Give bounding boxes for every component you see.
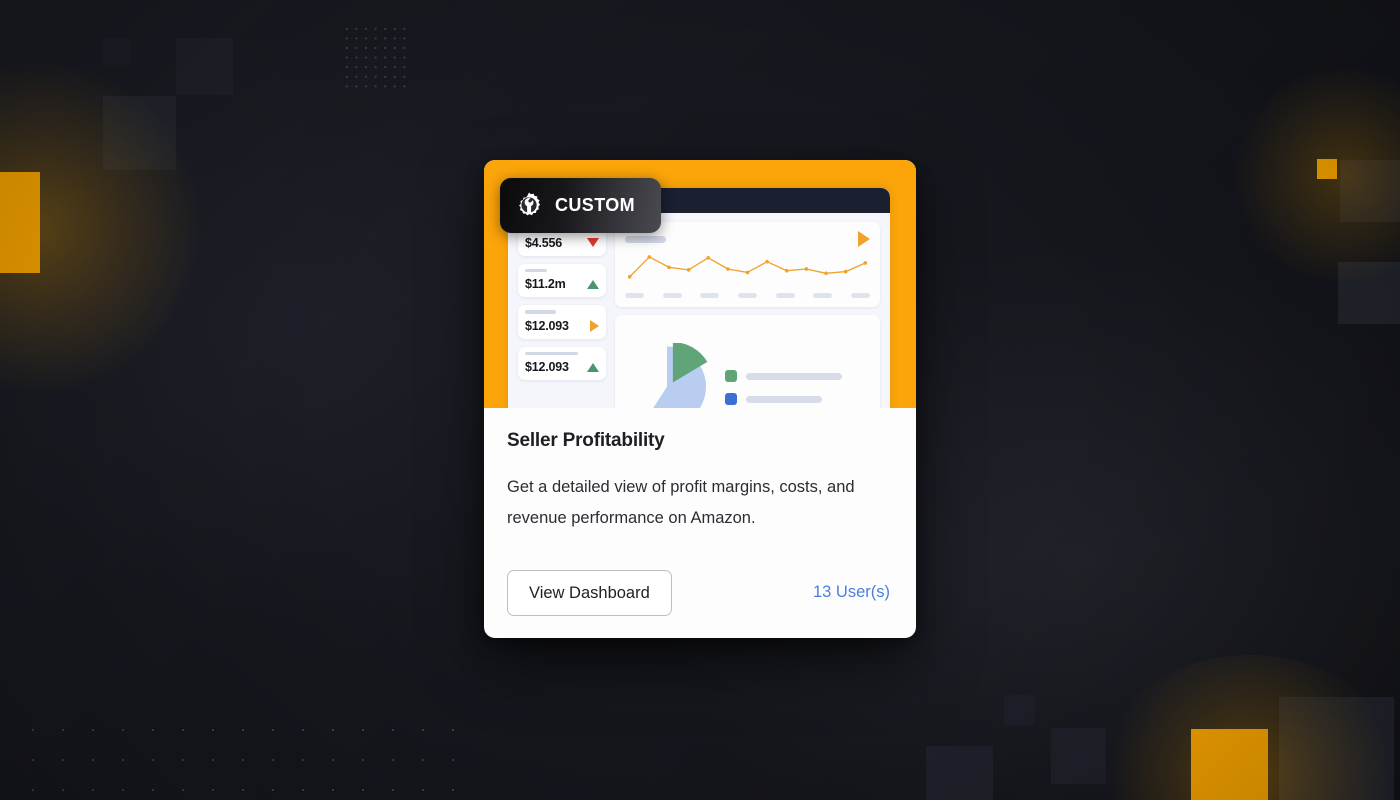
gear-wrench-icon [514, 191, 544, 221]
metric-label-skeleton [525, 310, 556, 314]
preview-panels [615, 222, 880, 408]
decor-orange-block [1317, 159, 1337, 179]
card-body: Seller Profitability Get a detailed view… [484, 408, 916, 638]
decor-orange-block [0, 172, 40, 273]
pie-legend [725, 364, 870, 405]
decor-square [1340, 160, 1400, 222]
metric-value: $11.2m [525, 277, 566, 291]
decor-square [926, 746, 993, 800]
trend-up-icon [587, 279, 599, 289]
card-description: Get a detailed view of profit margins, c… [507, 478, 855, 528]
trend-flat-icon [590, 319, 599, 332]
card-actions: View Dashboard 13 User(s) [507, 569, 893, 616]
panel-title-skeleton [625, 235, 666, 243]
legend-label-skeleton [746, 395, 822, 403]
legend-item [725, 393, 870, 405]
decor-square [103, 38, 130, 65]
decor-square [176, 38, 233, 95]
line-chart-svg [627, 255, 868, 279]
decor-dot-grid [340, 22, 412, 92]
metric-card-list: $4.556 $11.2m $12.093 $12.093 [518, 222, 606, 408]
decor-dot-grid [10, 705, 470, 800]
metric-value: $4.556 [525, 235, 563, 250]
metric-label-skeleton [525, 268, 547, 272]
play-triangle-icon [858, 231, 870, 247]
metric-label-skeleton [525, 351, 578, 355]
decor-square [1004, 695, 1035, 725]
trend-up-icon [587, 362, 599, 372]
view-dashboard-button[interactable]: View Dashboard [507, 569, 672, 616]
custom-badge: CUSTOM [500, 178, 662, 233]
metric-card: $12.093 [518, 305, 606, 339]
pie-chart-panel [615, 315, 880, 408]
x-axis-skeletons [625, 293, 870, 298]
legend-color-chip [725, 393, 737, 405]
legend-item [725, 370, 870, 382]
dashboard-card[interactable]: $4.556 $11.2m $12.093 $12.093 CUSTOM Sel… [484, 160, 916, 638]
decor-square [1338, 262, 1400, 324]
card-preview: $4.556 $11.2m $12.093 $12.093 CUSTOM [484, 160, 916, 408]
decor-square [1051, 728, 1106, 784]
legend-label-skeleton [746, 372, 842, 380]
decor-square [103, 96, 176, 170]
legend-color-chip [725, 370, 737, 382]
line-chart-panel [615, 222, 880, 307]
users-count-link[interactable]: 13 User(s) [813, 583, 893, 602]
decor-orange-block [1191, 729, 1268, 800]
metric-card: $12.093 [518, 346, 606, 380]
decor-square [1279, 697, 1394, 800]
metric-value: $12.093 [525, 360, 569, 374]
trend-down-icon [587, 238, 599, 247]
pie-chart-svg [652, 342, 708, 408]
custom-badge-label: CUSTOM [555, 195, 636, 215]
card-title: Seller Profitability [507, 430, 665, 451]
metric-card: $11.2m [518, 263, 606, 297]
metric-value: $12.093 [525, 318, 569, 333]
browser-content: $4.556 $11.2m $12.093 $12.093 [508, 213, 890, 408]
